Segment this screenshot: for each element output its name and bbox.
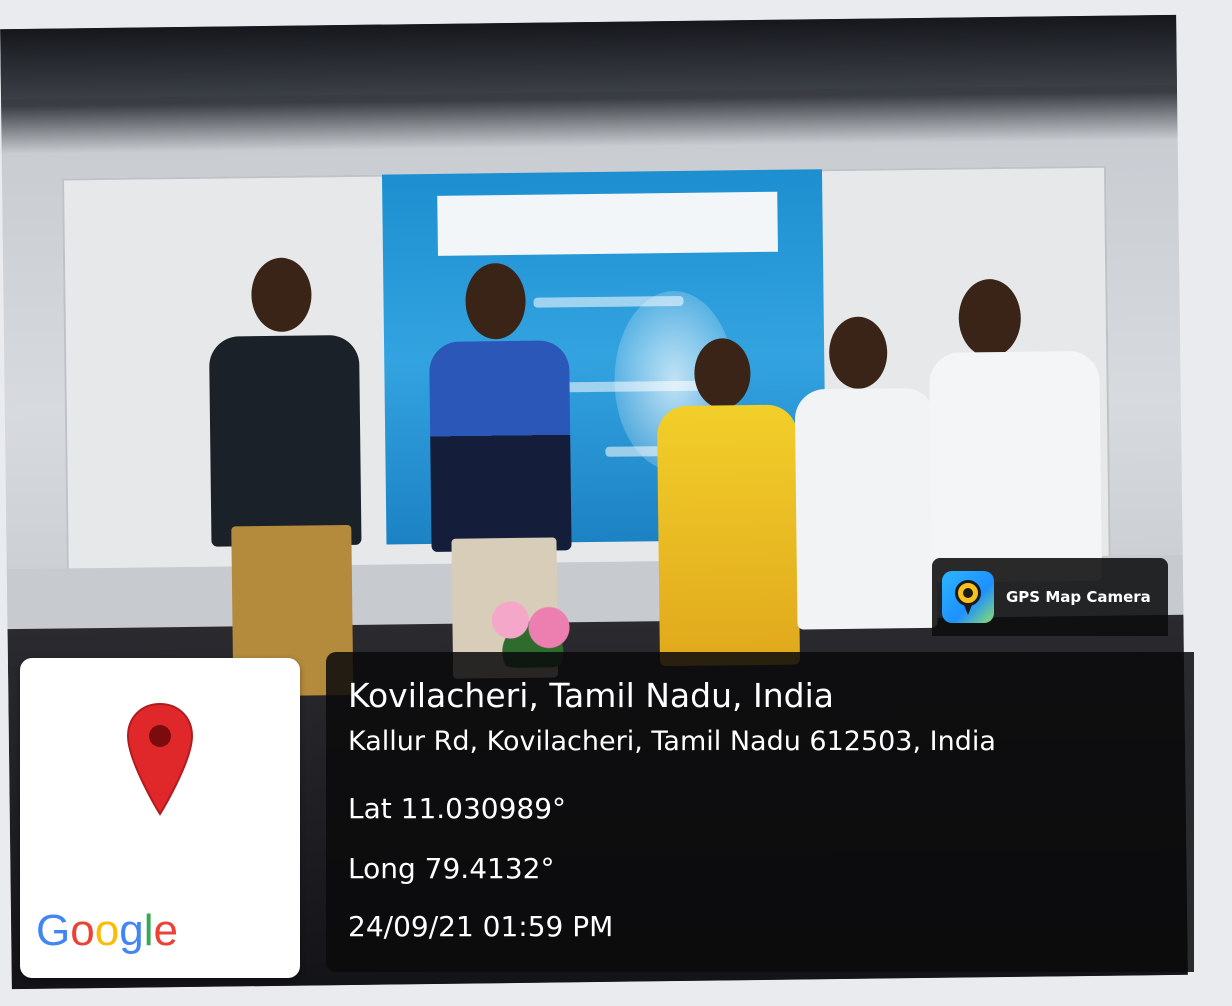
gps-map-camera-icon	[942, 571, 994, 623]
location-info-panel: Kovilacheri, Tamil Nadu, India Kallur Rd…	[326, 652, 1194, 972]
place-title: Kovilacheri, Tamil Nadu, India	[348, 676, 834, 715]
map-thumbnail: Google	[20, 658, 300, 978]
longitude: Long 79.4132°	[348, 852, 555, 885]
ceiling	[0, 14, 1177, 100]
projector-text-line	[533, 295, 684, 308]
gps-map-camera-badge: GPS Map Camera	[932, 558, 1168, 636]
datetime: 24/09/21 01:59 PM	[348, 910, 614, 943]
projector-banner	[437, 191, 778, 256]
latitude: Lat 11.030989°	[348, 792, 567, 825]
address: Kallur Rd, Kovilacheri, Tamil Nadu 61250…	[348, 726, 996, 757]
app-name: GPS Map Camera	[1006, 588, 1151, 606]
google-logo: Google	[36, 906, 178, 955]
map-pin-icon	[126, 702, 194, 816]
